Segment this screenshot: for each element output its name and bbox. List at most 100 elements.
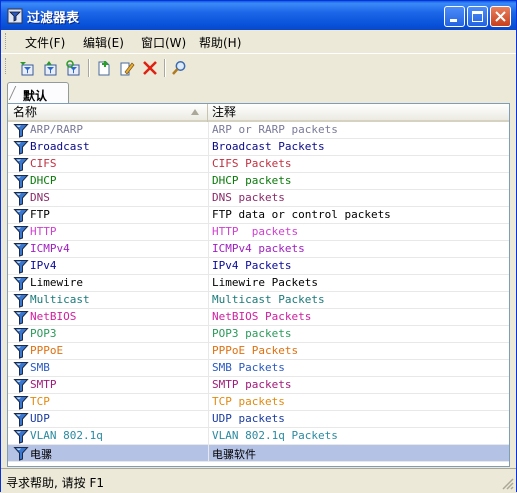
import-filter-icon[interactable] [17,58,37,78]
table-row[interactable]: TCP TCP packets [8,394,509,411]
table-row[interactable]: Multicast Multicast Packets [8,292,509,309]
column-divider [208,207,209,224]
column-divider [208,411,209,428]
table-row[interactable]: Limewire Limewire Packets [8,275,509,292]
table-row[interactable]: HTTP HTTP packets [8,224,509,241]
toolbar-separator [164,59,166,77]
filter-icon [13,429,29,444]
table-row[interactable]: CIFS CIFS Packets [8,156,509,173]
table-row[interactable]: SMTP SMTP packets [8,377,509,394]
filter-note: SMB Packets [212,361,285,374]
filter-name: Broadcast [30,140,90,153]
column-header-name[interactable]: 名称 [8,104,208,122]
filter-note: VLAN 802.1q Packets [212,429,338,442]
column-divider [208,445,209,462]
table-row[interactable]: FTP FTP data or control packets [8,207,509,224]
column-header-note[interactable]: 注释 [208,104,509,122]
menu-file[interactable]: 文件(F) [25,34,65,51]
table-row[interactable]: ARP/RARP ARP or RARP packets [8,122,509,139]
maximize-button[interactable] [467,6,488,27]
filter-name: Limewire [30,276,83,289]
table-row[interactable]: SMB SMB Packets [8,360,509,377]
new-filter-icon[interactable] [94,58,114,78]
filter-note: DNS packets [212,191,285,204]
filter-icon [13,446,29,461]
app-filter-icon [7,8,23,24]
table-row[interactable]: IPv4 IPv4 Packets [8,258,509,275]
filter-name: CIFS [30,157,57,170]
edit-filter-icon[interactable] [117,58,137,78]
filter-name: Multicast [30,293,90,306]
filter-name: FTP [30,208,50,221]
toolbar-separator [88,59,90,77]
tab-default[interactable]: 默认 [7,82,69,104]
filter-name: UDP [30,412,50,425]
filter-name: SMB [30,361,50,374]
table-row[interactable]: DNS DNS packets [8,190,509,207]
filter-icon [13,174,29,189]
close-button[interactable] [490,6,511,27]
filter-note: HTTP packets [212,225,299,238]
filter-note: SMTP packets [212,378,292,391]
column-divider [208,377,209,394]
table-row[interactable]: NetBIOS NetBIOS Packets [8,309,509,326]
filter-note: Multicast Packets [212,293,325,306]
filter-name: 电骡 [30,448,52,461]
table-row[interactable]: ICMPv4 ICMPv4 packets [8,241,509,258]
column-divider [208,190,209,207]
filter-note: PPPoE Packets [212,344,299,357]
filter-note: 电骡软件 [212,448,256,461]
filter-icon [13,378,29,393]
filter-icon [13,344,29,359]
column-divider [208,122,209,139]
menu-bar: 文件(F) 编辑(E) 窗口(W) 帮助(H) [1,30,516,52]
filter-note: CIFS Packets [212,157,292,170]
column-divider [208,139,209,156]
table-row[interactable]: Broadcast Broadcast Packets [8,139,509,156]
table-row[interactable]: PPPoE PPPoE Packets [8,343,509,360]
filter-note: Limewire Packets [212,276,318,289]
filter-note: FTP data or control packets [212,208,391,221]
title-bar[interactable]: 过滤器表 [1,1,516,30]
filter-note: Broadcast Packets [212,140,325,153]
filter-icon [13,276,29,291]
column-divider [208,292,209,309]
toolbar-grip[interactable] [5,58,9,74]
table-row[interactable]: UDP UDP packets [8,411,509,428]
filter-note: UDP packets [212,412,285,425]
table-row[interactable]: POP3 POP3 packets [8,326,509,343]
table-row[interactable]: DHCP DHCP packets [8,173,509,190]
tab-strip: 默认 [5,82,512,104]
filter-note: ARP or RARP packets [212,123,338,136]
table-row[interactable]: 电骡 电骡软件 [8,445,509,462]
filter-icon [13,293,29,308]
table-row[interactable]: VLAN 802.1q VLAN 802.1q Packets [8,428,509,445]
menu-edit[interactable]: 编辑(E) [83,34,124,51]
filter-name: POP3 [30,327,57,340]
filter-name: DNS [30,191,50,204]
delete-filter-icon[interactable] [140,58,160,78]
filter-icon [13,208,29,223]
column-divider [208,241,209,258]
export-filter-icon[interactable] [40,58,60,78]
menu-window[interactable]: 窗口(W) [141,34,186,51]
minimize-button[interactable] [444,6,465,27]
column-divider [208,360,209,377]
column-divider [208,394,209,411]
resize-grip-icon[interactable] [502,478,514,490]
tab-default-label: 默认 [23,89,48,103]
window-title: 过滤器表 [27,11,80,26]
toolbar [1,53,516,82]
filter-icon [13,123,29,138]
refresh-filters-icon[interactable] [63,58,83,78]
menu-grip[interactable] [5,33,9,49]
tab-divider [8,86,19,100]
search-icon[interactable] [169,58,189,78]
filter-name: HTTP [30,225,57,238]
column-divider [208,156,209,173]
filter-name: ARP/RARP [30,123,83,136]
filter-list[interactable]: 名称 注释 ARP/RARP ARP or RARP packets Broadca… [7,103,510,467]
menu-help[interactable]: 帮助(H) [199,34,241,51]
column-divider [208,343,209,360]
filter-icon [13,310,29,325]
